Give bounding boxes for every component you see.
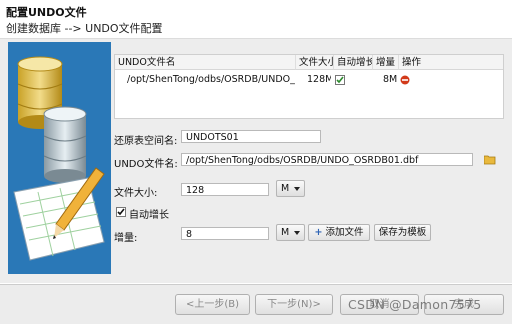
dialog-breadcrumb: 创建数据库 --> UNDO文件配置 [6,22,163,35]
database-cylinders-icon [8,42,111,274]
chevron-down-icon [294,187,300,191]
dialog-body: UNDO文件名 文件大小 自动增长 增量 操作 /opt/ShenTong/od… [0,39,512,283]
watermark: CSDN @Damon7575 [348,297,482,312]
checkmark-icon [117,208,125,216]
file-size-input[interactable]: 128 [181,183,269,196]
database-illustration [8,42,111,274]
column-header-autogrow[interactable]: 自动增长 [334,55,373,70]
file-size-label: 文件大小: [114,188,158,199]
increment-unit-select[interactable]: M [276,224,305,241]
row-size: 128M [307,74,331,85]
file-size-unit-value: M [281,183,290,194]
increment-unit-value: M [281,227,290,238]
column-header-increment[interactable]: 增量 [373,55,399,70]
autogrow-label: 自动增长 [129,210,169,221]
row-filename: /opt/ShenTong/odbs/OSRDB/UNDO_OS [127,74,295,85]
tablespace-name-input[interactable]: UNDOTS01 [181,130,321,143]
add-file-button[interactable]: + 添加文件 [308,224,370,241]
browse-folder-icon[interactable] [484,155,496,165]
save-as-template-button[interactable]: 保存为模板 [374,224,431,241]
checkmark-icon [336,76,344,84]
chevron-down-icon [294,231,300,235]
autogrow-checkbox[interactable] [116,207,126,217]
row-increment: 8M [383,74,397,85]
dialog-window: 配置UNDO文件 创建数据库 --> UNDO文件配置 UNDO文件名 文件大小… [0,0,512,324]
add-file-button-label: 添加文件 [325,227,364,238]
undo-filename-input[interactable]: /opt/ShenTong/odbs/OSRDB/UNDO_OSRDB01.db… [181,153,473,166]
column-header-filename[interactable]: UNDO文件名 [115,55,296,70]
increment-input[interactable]: 8 [181,227,269,240]
file-size-unit-select[interactable]: M [276,180,305,197]
previous-button[interactable]: <上一步(B) [175,294,250,315]
dialog-header: 配置UNDO文件 创建数据库 --> UNDO文件配置 [0,0,512,39]
increment-label: 增量: [114,233,138,244]
row-autogrow-checkbox[interactable] [335,75,345,85]
plus-icon: + [314,227,323,238]
column-header-size[interactable]: 文件大小 [296,55,334,70]
undo-filename-label: UNDO文件名: [114,159,178,170]
tablespace-name-label: 还原表空间名: [114,136,178,147]
column-header-action[interactable]: 操作 [399,55,503,70]
dialog-title: 配置UNDO文件 [6,6,87,19]
next-button[interactable]: 下一步(N)> [255,294,333,315]
undo-file-table: UNDO文件名 文件大小 自动增长 增量 操作 /opt/ShenTong/od… [114,54,504,119]
delete-row-icon[interactable] [400,75,410,85]
